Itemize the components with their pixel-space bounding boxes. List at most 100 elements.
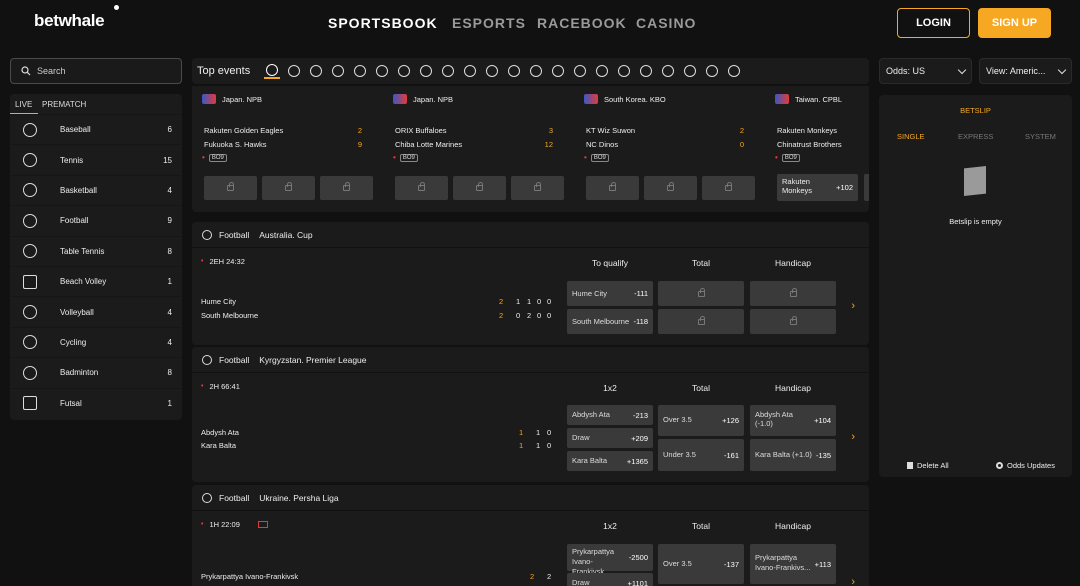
odd-button[interactable]: Prykarpattya Ivano-Frankivsk -2500 <box>567 544 653 576</box>
chevron-right-icon[interactable]: › <box>851 576 855 586</box>
tab-express[interactable]: EXPRESS <box>958 132 993 141</box>
league-logo-icon <box>393 94 407 104</box>
league-label: Japan. NPB <box>202 94 262 104</box>
nav-esports[interactable]: ESPORTS <box>452 15 526 31</box>
top-event-card[interactable]: Japan. NPB ORIX Buffaloes Chiba Lotte Ma… <box>383 86 564 212</box>
odds-format-dropdown[interactable]: Odds: US <box>879 58 972 84</box>
basketball-icon[interactable] <box>330 63 346 79</box>
score: 1 <box>527 297 532 306</box>
view-value: View: Americ... <box>986 66 1046 76</box>
event-section: Football Ukraine. Persha Liga • 1H 22:09 1… <box>192 485 869 586</box>
odd-button[interactable]: Over 3.5 +126 <box>658 405 744 436</box>
football-icon[interactable] <box>286 63 302 79</box>
league-label: Taiwan. CPBL <box>775 94 842 104</box>
sidebar-item-badminton[interactable]: Badminton 8 <box>10 357 182 387</box>
chevron-right-icon[interactable]: › <box>851 431 855 443</box>
odd-button[interactable]: Abdysh Ata -213 <box>567 405 653 425</box>
team2: Kara Balta <box>201 441 237 450</box>
score2: 0 <box>739 140 744 149</box>
football-icon <box>23 213 37 228</box>
tennis-icon <box>23 153 37 168</box>
header: betwhale SPORTSBOOK ESPORTS RACEBOOK CAS… <box>0 0 1080 48</box>
betwhale-logo[interactable]: betwhale <box>34 5 119 31</box>
event-row[interactable]: • 2EH 24:32 To qualify Total Handicap Hum… <box>192 248 869 344</box>
sidebar-item-label: Tennis <box>60 155 84 165</box>
handball-icon[interactable] <box>484 63 500 79</box>
boxing-icon[interactable] <box>418 63 434 79</box>
odd-button[interactable]: Abdysh Ata (-1.0) +104 <box>750 405 836 436</box>
tab-prematch[interactable]: PREMATCH <box>42 100 86 109</box>
tab-live[interactable]: LIVE <box>15 100 32 109</box>
odd-button[interactable]: Rakuten Monkeys +102 <box>777 174 858 201</box>
odd-button[interactable]: Kara Balta +1365 <box>567 451 653 471</box>
tab-single[interactable]: SINGLE <box>897 132 925 141</box>
cycling-icon[interactable] <box>638 63 654 79</box>
athletics-icon[interactable] <box>616 63 632 79</box>
sidebar-item-cycling[interactable]: Cycling 4 <box>10 326 182 357</box>
sidebar-item-tennis[interactable]: Tennis 15 <box>10 144 182 174</box>
table-tennis-icon <box>23 244 37 259</box>
odd-button[interactable]: South Melbourne -118 <box>567 309 653 334</box>
odd-button[interactable]: Draw +1101 <box>567 573 653 586</box>
odds-updates-button[interactable]: Odds Updates <box>996 461 1055 470</box>
signup-button[interactable]: SIGN UP <box>978 8 1051 38</box>
volleyball-icon[interactable] <box>396 63 412 79</box>
trophy-icon[interactable] <box>462 63 478 79</box>
badminton-icon[interactable] <box>550 63 566 79</box>
locked-odd <box>320 176 373 200</box>
odd-button[interactable]: Under 3.5 -161 <box>658 439 744 471</box>
nav-racebook[interactable]: RACEBOOK <box>537 15 627 31</box>
lock-icon <box>418 182 425 191</box>
snooker-icon[interactable] <box>506 63 522 79</box>
live-indicator: • BO9 <box>775 153 800 162</box>
sidebar-item-table-tennis[interactable]: Table Tennis 8 <box>10 235 182 266</box>
odd-button[interactable]: Hume City -111 <box>567 281 653 306</box>
sport-label: Football <box>219 492 250 503</box>
delete-all-button[interactable]: Delete All <box>907 461 949 470</box>
sidebar-item-volleyball[interactable]: Volleyball 4 <box>10 296 182 326</box>
tennis-icon[interactable] <box>308 63 324 79</box>
odd-button[interactable]: Kara Balta (+1.0) -135 <box>750 439 836 471</box>
sidebar-item-football[interactable]: Football 9 <box>10 205 182 235</box>
top-event-card[interactable]: Taiwan. CPBL Rakuten Monkeys Chinatrust … <box>765 86 869 212</box>
odd-button[interactable]: Draw +209 <box>567 428 653 448</box>
sidebar-item-baseball[interactable]: Baseball 6 <box>10 114 182 144</box>
sidebar-item-label: Volleyball <box>60 307 94 317</box>
top-event-card[interactable]: South Korea. KBO KT Wiz Suwon NC Dinos 2… <box>574 86 755 212</box>
table-tennis-icon[interactable] <box>374 63 390 79</box>
login-button[interactable]: LOGIN <box>897 8 970 38</box>
hockey-icon[interactable] <box>440 63 456 79</box>
search-input[interactable]: Search <box>10 58 182 84</box>
tab-system[interactable]: SYSTEM <box>1025 132 1056 141</box>
chess-icon[interactable] <box>660 63 676 79</box>
view-dropdown[interactable]: View: Americ... <box>979 58 1072 84</box>
golf-icon[interactable] <box>572 63 588 79</box>
odd-button[interactable]: Prykarpattya Ivano-Frankivs... +113 <box>750 544 836 584</box>
event-row[interactable]: • 1H 22:09 1x2 Total Handicap Prykarpatty… <box>192 511 869 586</box>
rugby-icon[interactable] <box>352 63 368 79</box>
score: 2 <box>499 297 504 306</box>
event-row[interactable]: • 2H 66:41 1x2 Total Handicap Abdysh Ata … <box>192 373 869 481</box>
beach-volley-icon[interactable] <box>528 63 544 79</box>
sidebar-item-basketball[interactable]: Basketball 4 <box>10 174 182 205</box>
odd-button[interactable]: Over 3.5 -137 <box>658 544 744 584</box>
tv-icon[interactable] <box>257 521 268 528</box>
top-event-card[interactable]: Japan. NPB Rakuten Golden Eagles Fukuoka… <box>192 86 373 212</box>
odd-button[interactable] <box>864 174 869 201</box>
nav-sportsbook[interactable]: SPORTSBOOK <box>328 15 438 31</box>
nav-casino[interactable]: CASINO <box>636 15 696 31</box>
sidebar-item-label: Cycling <box>60 337 87 347</box>
field-icon[interactable] <box>704 63 720 79</box>
baseball-icon[interactable] <box>264 63 281 79</box>
sidebar-item-beach-volley[interactable]: Beach Volley 1 <box>10 265 182 296</box>
live-indicator: • BO9 <box>393 153 418 162</box>
esports-icon[interactable] <box>726 63 742 79</box>
search-placeholder: Search <box>37 66 66 76</box>
darts-icon[interactable] <box>594 63 610 79</box>
chevron-right-icon[interactable]: › <box>851 300 855 312</box>
sidebar-item-count: 4 <box>167 185 172 195</box>
score: 1 <box>536 441 541 450</box>
odd-value: +102 <box>836 183 853 192</box>
sidebar-item-futsal[interactable]: Futsal 1 <box>10 387 182 418</box>
futsal-icon[interactable] <box>682 63 698 79</box>
